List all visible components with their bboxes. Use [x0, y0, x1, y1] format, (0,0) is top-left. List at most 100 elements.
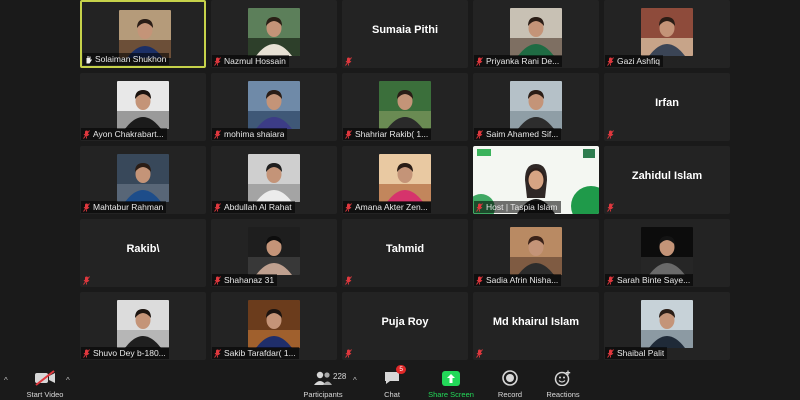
participant-video: [248, 8, 300, 56]
participant-name-label: Sakib Tarafdar( 1...: [212, 347, 299, 359]
start-video-button[interactable]: Start Video: [22, 360, 68, 400]
people-icon: 228: [311, 368, 346, 388]
share-screen-icon: [439, 368, 463, 388]
participant-video: [248, 227, 300, 275]
participant-tile[interactable]: Gazi Ashfiq: [604, 0, 730, 68]
participant-name-label: Gazi Ashfiq: [605, 55, 663, 67]
audio-options-caret-icon[interactable]: ^: [4, 376, 8, 385]
participant-name: Sadia Afrin Nisha...: [486, 275, 559, 285]
participant-name: Nazmul Hossain: [224, 56, 286, 66]
mic-off-icon: [607, 275, 614, 285]
participant-name-label: Shahanaz 31: [212, 274, 278, 286]
mic-off-icon: [345, 276, 352, 285]
mic-off-icon: [214, 56, 221, 66]
participant-name-label: Shahriar Rakib( 1...: [343, 128, 432, 140]
participant-name-label: [605, 202, 620, 213]
chat-unread-badge: 5: [396, 365, 406, 374]
share-screen-label: Share Screen: [428, 390, 474, 399]
participant-name: Abdullah Al Rahat: [224, 202, 292, 212]
participant-video: [248, 81, 300, 129]
participant-tile[interactable]: Sarah Binte Saye...: [604, 219, 730, 287]
participants-count: 228: [333, 372, 347, 381]
mic-off-icon: [83, 202, 90, 212]
participant-tile[interactable]: Nazmul Hossain: [211, 0, 337, 68]
participant-name-label: [343, 56, 358, 67]
participant-name-label: [343, 275, 358, 286]
participant-name: Amana Akter Zen...: [355, 202, 428, 212]
participant-name: Mahtabur Rahman: [93, 202, 164, 212]
mic-off-icon: [476, 202, 483, 212]
participant-video: [117, 154, 169, 202]
participant-name: Shahriar Rakib( 1...: [355, 129, 429, 139]
video-off-icon: [33, 368, 57, 388]
participant-tile[interactable]: Saim Ahamed Sif...: [473, 73, 599, 141]
participant-display-name: Rakib\: [126, 243, 160, 255]
chat-bubble-icon: 5: [380, 365, 406, 388]
participant-video: [379, 81, 431, 129]
participant-name: Shaibal Palit: [617, 348, 665, 358]
participant-tile[interactable]: Shuvo Dey b-180...: [80, 292, 206, 360]
participant-name: Priyanka Rani De...: [486, 56, 560, 66]
participant-video: [510, 81, 562, 129]
mic-off-icon: [83, 129, 90, 139]
participant-tile[interactable]: Abdullah Al Rahat: [211, 146, 337, 214]
participants-button[interactable]: 228 Participants: [300, 360, 346, 400]
participant-tile[interactable]: Rakib\: [80, 219, 206, 287]
mic-off-icon: [476, 129, 483, 139]
participant-name-label: Shaibal Palit: [605, 347, 668, 359]
start-video-label: Start Video: [26, 390, 64, 399]
participants-options-caret-icon[interactable]: ^: [353, 376, 357, 385]
record-label: Record: [497, 390, 523, 399]
participant-name-label: [81, 275, 96, 286]
participant-tile[interactable]: Zahidul Islam: [604, 146, 730, 214]
participants-label: Participants: [303, 390, 343, 399]
participant-name: Ayon Chakrabart...: [93, 129, 164, 139]
participant-name-label: Mahtabur Rahman: [81, 201, 167, 213]
participant-name: Host | Taspia Islam: [486, 202, 558, 212]
mic-off-icon: [607, 348, 614, 358]
participant-name: Gazi Ashfiq: [617, 56, 660, 66]
participant-tile[interactable]: Sakib Tarafdar( 1...: [211, 292, 337, 360]
participant-name: Saim Ahamed Sif...: [486, 129, 559, 139]
participant-tile[interactable]: Priyanka Rani De...: [473, 0, 599, 68]
participant-name-label: Shuvo Dey b-180...: [81, 347, 169, 359]
participant-name: Shahanaz 31: [224, 275, 275, 285]
participant-name-label: [605, 129, 620, 140]
participant-tile[interactable]: Ayon Chakrabart...: [80, 73, 206, 141]
participant-video: [379, 154, 431, 202]
participant-name-label: [474, 348, 489, 359]
chat-button[interactable]: 5 Chat: [372, 360, 412, 400]
participant-tile[interactable]: Host | Taspia Islam: [473, 146, 599, 214]
participant-name: Sakib Tarafdar( 1...: [224, 348, 296, 358]
participant-tile[interactable]: Tahmid: [342, 219, 468, 287]
reactions-button[interactable]: Reactions: [541, 360, 585, 400]
mic-off-icon: [214, 348, 221, 358]
share-screen-button[interactable]: Share Screen: [424, 360, 478, 400]
participant-tile[interactable]: Shaibal Palit: [604, 292, 730, 360]
mic-off-icon: [476, 56, 483, 66]
participant-tile[interactable]: Md khairul Islam: [473, 292, 599, 360]
participant-display-name: Zahidul Islam: [631, 170, 703, 182]
participant-tile[interactable]: Puja Roy: [342, 292, 468, 360]
participant-tile[interactable]: Irfan: [604, 73, 730, 141]
participant-tile[interactable]: mohima shaiara: [211, 73, 337, 141]
participant-tile[interactable]: Sadia Afrin Nisha...: [473, 219, 599, 287]
participant-tile[interactable]: Sumaia Pithi: [342, 0, 468, 68]
participant-tile-active-speaker[interactable]: Solaiman Shukhon: [80, 0, 206, 68]
participant-name-label: Solaiman Shukhon: [83, 53, 170, 65]
record-icon: [498, 368, 522, 388]
participant-tile[interactable]: Shahriar Rakib( 1...: [342, 73, 468, 141]
participant-tile[interactable]: Amana Akter Zen...: [342, 146, 468, 214]
participant-tile[interactable]: Shahanaz 31: [211, 219, 337, 287]
raised-hand-icon: [85, 55, 92, 64]
mic-off-icon: [214, 129, 221, 139]
participant-name: mohima shaiara: [224, 129, 285, 139]
mic-off-icon: [345, 129, 352, 139]
participant-gallery: Solaiman Shukhon Nazmul Hossain Sumaia Pit…: [80, 0, 732, 360]
participant-tile[interactable]: Mahtabur Rahman: [80, 146, 206, 214]
video-options-caret-icon[interactable]: ^: [66, 376, 70, 385]
record-button[interactable]: Record: [490, 360, 530, 400]
mic-off-icon: [607, 203, 614, 212]
participant-name-label: Amana Akter Zen...: [343, 201, 431, 213]
participant-display-name: Irfan: [655, 97, 679, 109]
